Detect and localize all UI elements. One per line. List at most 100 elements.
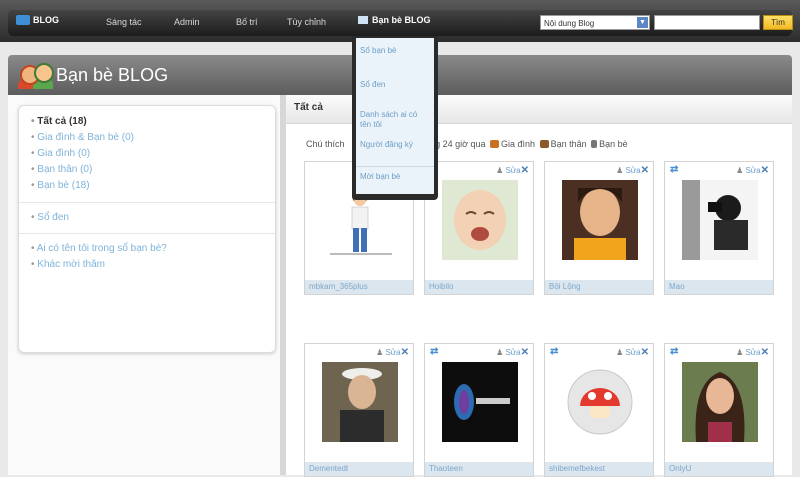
friend-name[interactable]: Mao [665,280,773,294]
edit-link[interactable]: Sửa [745,348,760,357]
sidebar-item-blacklist[interactable]: Sổ đen [31,210,263,226]
dropdown-body: Sổ bạn bè Sổ đen Danh sách ai có tên tôi… [356,38,434,194]
card-actions: ♟ Sửa✕ [616,347,649,358]
sidebar-group-blacklist: Sổ đen [19,203,275,234]
friend-name[interactable]: Thaoteen [425,462,533,476]
avatar[interactable] [682,362,758,442]
card-actions: ♟ Sửa✕ [496,165,529,176]
card-actions: ♟ Sửa✕ [736,347,769,358]
nav-active-label: Bạn bè BLOG [372,15,431,25]
user-icon: ♟ [616,166,624,175]
edit-link[interactable]: Sửa [505,166,520,175]
friends-menu-dropdown: Sổ bạn bè Sổ đen Danh sách ai có tên tôi… [352,36,438,200]
card-actions: ♟ Sửa✕ [376,347,409,358]
sidebar-item-all[interactable]: Tất cả (18) [31,114,263,130]
card-actions: ♟ Sửa✕ [616,165,649,176]
user-icon: ♟ [736,348,744,357]
menu-item-who-added-me[interactable]: Danh sách ai có tên tôi [360,110,430,130]
sidebar-item-family[interactable]: Gia đình (0) [31,146,263,162]
page-title: Bạn bè BLOG [56,65,169,85]
avatar[interactable] [562,180,638,260]
friend-name[interactable]: OnlyU [665,462,773,476]
edit-link[interactable]: Sửa [385,348,400,357]
close-friends-icon [539,140,549,148]
sync-icon: ⇄ [670,164,679,175]
search-scope-select[interactable]: Nội dung Blog ▼ [540,15,650,30]
avatar[interactable] [442,362,518,442]
nav-logo-label: BLOG [33,15,59,25]
edit-link[interactable]: Sửa [625,166,640,175]
search-button[interactable]: Tìm [763,15,793,30]
delete-icon[interactable]: ✕ [761,165,769,176]
card-actions: ♟ Sửa✕ [496,347,529,358]
nav-item-tuy-chinh[interactable]: Tùy chỉnh [287,17,326,27]
delete-icon[interactable]: ✕ [521,165,529,176]
friend-card[interactable]: ⇄ ♟ Sửa✕ Thaoteen [424,343,534,477]
menu-item-subscribers[interactable]: Người đăng ký [360,140,430,150]
nav-logo[interactable]: BLOG [16,15,59,25]
sync-icon: ⇄ [550,346,559,357]
sidebar-group-categories: Tất cả (18) Gia đình & Bạn bè (0) Gia đì… [19,106,275,203]
avatar[interactable] [322,362,398,442]
avatar[interactable] [442,180,518,260]
tab-all[interactable]: Tất cả [294,102,323,113]
delete-icon[interactable]: ✕ [761,347,769,358]
legend-prefix: Chú thích [306,139,345,149]
friends-icon [18,61,54,89]
menu-item-invite-friends[interactable]: Mời bạn bè [360,172,430,182]
friend-name[interactable]: shibemefbekest [545,462,653,476]
card-actions: ♟ Sửa✕ [736,165,769,176]
friend-name[interactable]: Dementedt [305,462,413,476]
nav-bar: BLOG Sáng tác Admin Bố trí Tùy chỉnh Bạn… [8,10,793,36]
edit-link[interactable]: Sửa [745,166,760,175]
delete-icon[interactable]: ✕ [641,347,649,358]
search-input[interactable] [654,15,760,30]
edit-link[interactable]: Sửa [505,348,520,357]
friend-card[interactable]: ♟ Sửa✕ Dementedt [304,343,414,477]
user-icon [591,140,598,148]
sync-icon: ⇄ [430,346,439,357]
user-icon: ♟ [736,166,744,175]
friend-card[interactable]: ⇄ ♟ Sửa✕ Mao [664,161,774,295]
nav-item-admin[interactable]: Admin [174,17,200,27]
edit-link[interactable]: Sửa [625,348,640,357]
friends-icon [358,16,368,24]
user-icon: ♟ [496,166,504,175]
blog-logo-icon [16,15,30,25]
delete-icon[interactable]: ✕ [521,347,529,358]
search-scope-value: Nội dung Blog [544,19,595,28]
sidebar: Tất cả (18) Gia đình & Bạn bè (0) Gia đì… [18,105,276,353]
legend-family: Gia đình [501,139,536,149]
user-icon: ♟ [376,348,384,357]
sidebar-group-other: Ai có tên tôi trong sổ bạn bè? Khác mời … [19,234,275,279]
sync-icon: ⇄ [670,346,679,357]
menu-divider [356,166,434,167]
chevron-down-icon: ▼ [637,17,648,28]
user-icon: ♟ [616,348,624,357]
friend-name[interactable]: Bội Lộng [545,280,653,294]
sidebar-item-close-friends[interactable]: Bạn thân (0) [31,162,263,178]
legend-close: Bạn thân [550,139,587,149]
friend-name[interactable]: Hoibilo [425,280,533,294]
friend-card[interactable]: ♟ Sửa✕ Hoibilo [424,161,534,295]
sidebar-item-who-added-me[interactable]: Ai có tên tôi trong sổ bạn bè? [31,241,263,257]
sidebar-item-friends[interactable]: Bạn bè (18) [31,178,263,194]
nav-item-ban-be-blog[interactable]: Bạn bè BLOG [358,15,431,25]
nav-item-sang-tac[interactable]: Sáng tác [106,17,142,27]
friend-card[interactable]: ⇄ ♟ Sửa✕ shibemefbekest [544,343,654,477]
friend-card[interactable]: ♟ Sửa✕ Bội Lộng [544,161,654,295]
user-icon: ♟ [496,348,504,357]
sidebar-item-family-friends[interactable]: Gia đình & Bạn bè (0) [31,130,263,146]
delete-icon[interactable]: ✕ [641,165,649,176]
friend-card[interactable]: ⇄ ♟ Sửa✕ OnlyU [664,343,774,477]
family-icon [490,140,500,148]
sidebar-item-visitors[interactable]: Khác mời thăm [31,257,263,273]
nav-item-bo-tri[interactable]: Bố trí [236,17,258,27]
avatar[interactable] [562,362,638,442]
avatar[interactable] [682,180,758,260]
menu-item-blacklist[interactable]: Sổ đen [360,80,430,90]
delete-icon[interactable]: ✕ [401,347,409,358]
friend-name[interactable]: mbkam_365plus [305,280,413,294]
legend-friend: Bạn bè [599,139,628,149]
menu-item-friend-list[interactable]: Sổ bạn bè [360,46,430,56]
